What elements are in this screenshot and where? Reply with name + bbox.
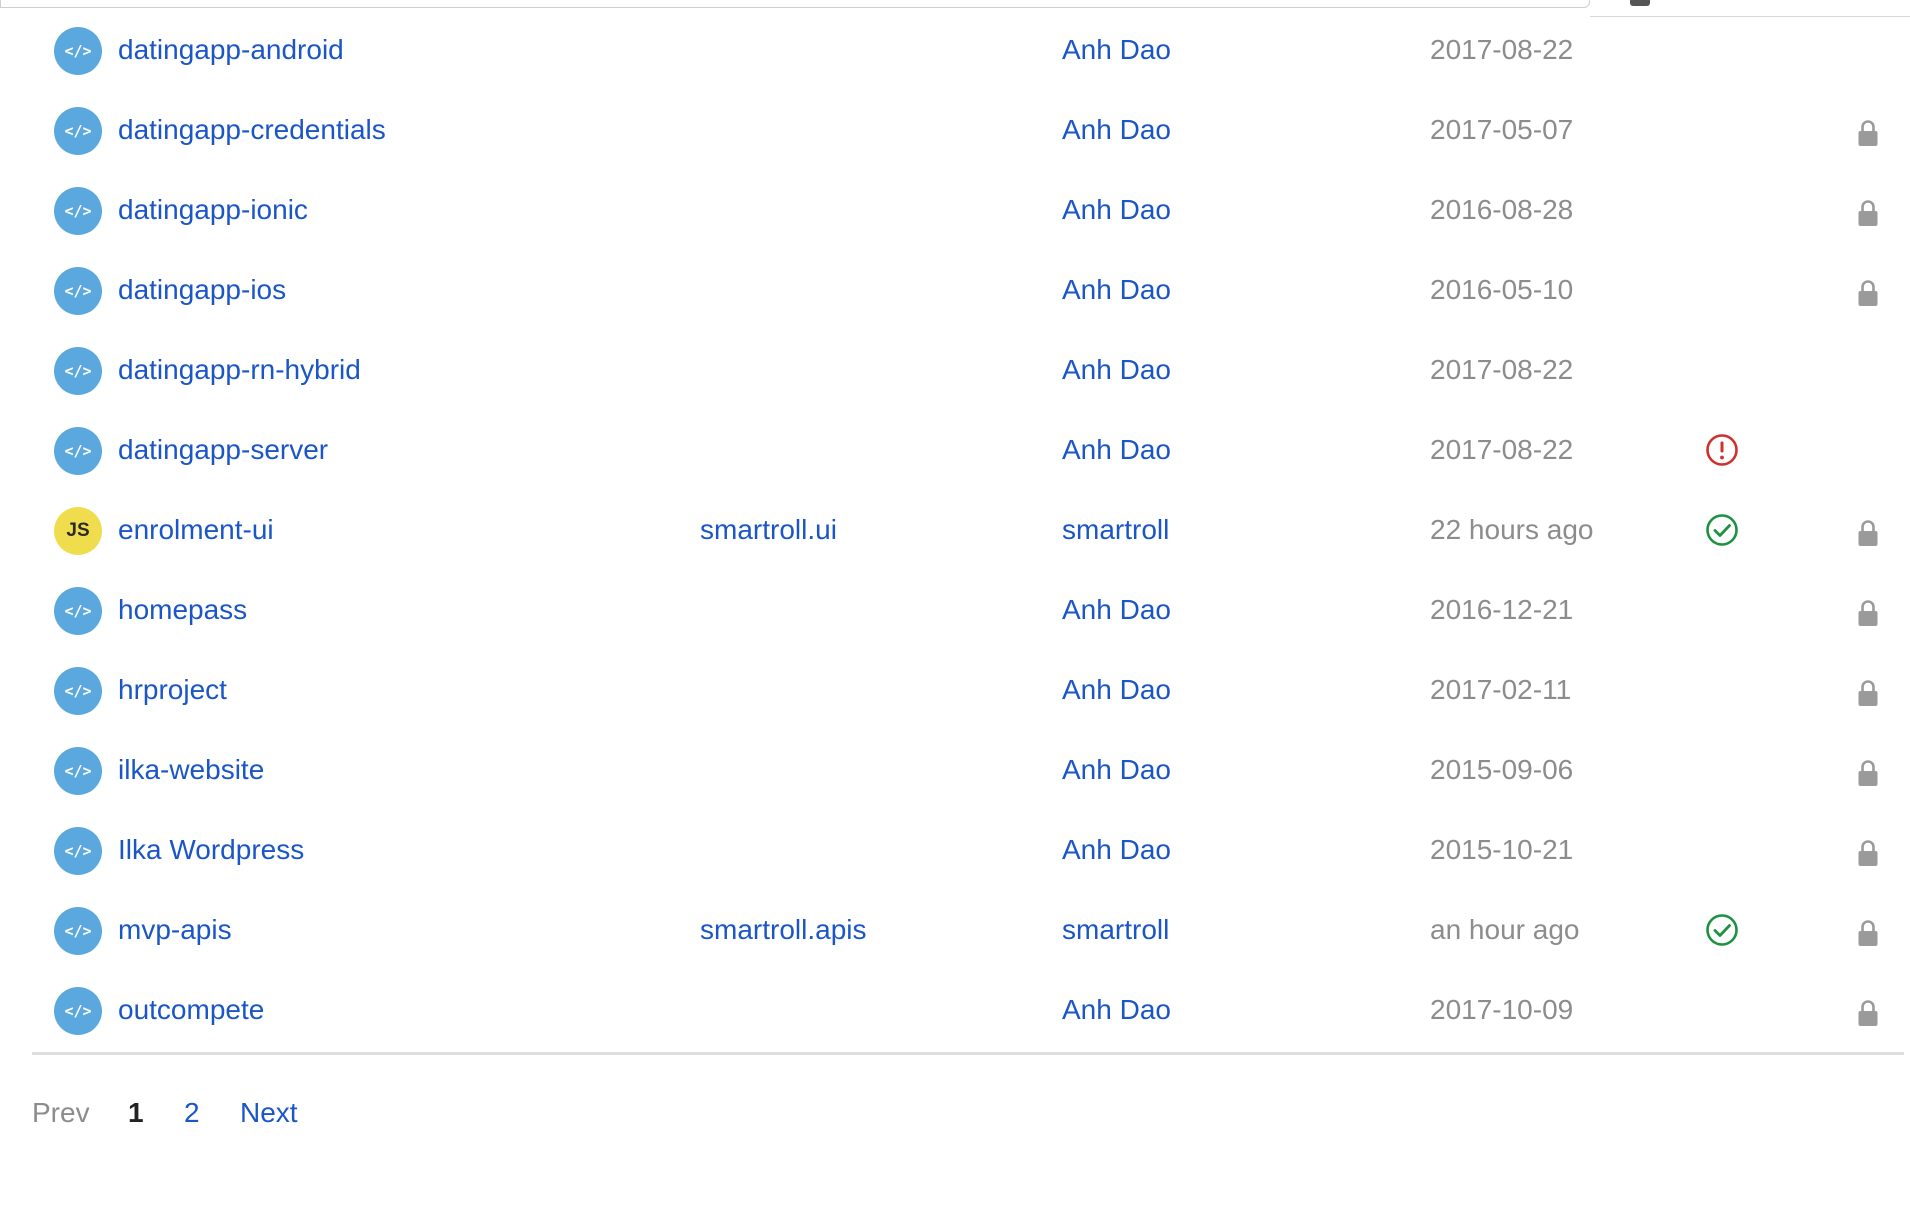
project-updated-date: 2015-10-21 [1430,834,1574,865]
code-icon: </> [54,107,102,155]
project-owner-link[interactable]: smartroll [1062,514,1169,546]
page-2-link[interactable]: 2 [184,1097,200,1129]
project-list: </> datingapp-android Anh Dao 2017-08-22 </>… [0,12,1910,1052]
code-icon: </> [54,187,102,235]
project-row[interactable]: </> ilka-website Anh Dao 2015-09-06 [0,732,1910,812]
top-search-field[interactable] [0,0,1590,8]
project-owner-link[interactable]: Anh Dao [1062,34,1171,66]
code-icon: </> [54,907,102,955]
code-icon: </> [54,267,102,315]
pipeline-failed-icon[interactable] [1705,433,1739,467]
project-row[interactable]: </> datingapp-server Anh Dao 2017-08-22 [0,412,1910,492]
lock-icon [1858,920,1878,946]
lock-icon [1858,600,1878,626]
project-name-link[interactable]: datingapp-android [118,34,344,66]
project-row[interactable]: </> Ilka Wordpress Anh Dao 2015-10-21 [0,812,1910,892]
project-updated-date: 2017-05-07 [1430,114,1574,145]
project-name-link[interactable]: homepass [118,594,247,626]
lock-icon [1858,520,1878,546]
lock-icon [1858,200,1878,226]
project-updated-date: 22 hours ago [1430,514,1594,545]
project-owner-link[interactable]: Anh Dao [1062,994,1171,1026]
project-owner-link[interactable]: smartroll [1062,914,1169,946]
code-icon: </> [54,587,102,635]
project-updated-date: 2017-02-11 [1430,674,1572,705]
project-name-link[interactable]: datingapp-ios [118,274,286,306]
project-updated-date: 2016-05-10 [1430,274,1574,305]
project-row[interactable]: </> datingapp-ionic Anh Dao 2016-08-28 [0,172,1910,252]
project-updated-date: 2016-12-21 [1430,594,1574,625]
project-updated-date: 2017-10-09 [1430,994,1574,1025]
code-icon: </> [54,667,102,715]
lock-icon [1858,1000,1878,1026]
lock-icon [1858,120,1878,146]
project-updated-date: 2015-09-06 [1430,754,1574,785]
project-name-link[interactable]: datingapp-rn-hybrid [118,354,361,386]
project-row[interactable]: </> mvp-apis smartroll.apis smartroll an hou… [0,892,1910,972]
project-row[interactable]: </> hrproject Anh Dao 2017-02-11 [0,652,1910,732]
project-owner-link[interactable]: Anh Dao [1062,354,1171,386]
project-namespace-link[interactable]: smartroll.apis [700,914,866,946]
code-icon: </> [54,827,102,875]
lock-icon [1858,680,1878,706]
next-page-link[interactable]: Next [240,1097,298,1129]
project-owner-link[interactable]: Anh Dao [1062,834,1171,866]
project-row[interactable]: </> outcompete Anh Dao 2017-10-09 [0,972,1910,1052]
project-row[interactable]: </> datingapp-ios Anh Dao 2016-05-10 [0,252,1910,332]
project-name-link[interactable]: datingapp-server [118,434,328,466]
project-name-link[interactable]: enrolment-ui [118,514,274,546]
project-updated-date: 2017-08-22 [1430,34,1574,65]
code-icon: </> [54,347,102,395]
project-namespace-link[interactable]: smartroll.ui [700,514,837,546]
project-name-link[interactable]: outcompete [118,994,264,1026]
project-row[interactable]: JS enrolment-ui smartroll.ui smartroll 22 ho… [0,492,1910,572]
project-row[interactable]: </> datingapp-credentials Anh Dao 2017-05-0… [0,92,1910,172]
prev-page-link: Prev [32,1097,90,1128]
pipeline-success-icon[interactable] [1705,913,1739,947]
lock-icon [1858,760,1878,786]
project-updated-date: 2017-08-22 [1430,434,1574,465]
project-owner-link[interactable]: Anh Dao [1062,274,1171,306]
project-updated-date: 2016-08-28 [1430,194,1574,225]
project-row[interactable]: </> datingapp-rn-hybrid Anh Dao 2017-08-22 [0,332,1910,412]
project-row[interactable]: </> datingapp-android Anh Dao 2017-08-22 [0,12,1910,92]
project-updated-date: an hour ago [1430,914,1580,945]
project-row[interactable]: </> homepass Anh Dao 2016-12-21 [0,572,1910,652]
toolbar-handle[interactable] [1630,0,1650,6]
code-icon: </> [54,747,102,795]
project-owner-link[interactable]: Anh Dao [1062,434,1171,466]
pipeline-success-icon[interactable] [1705,513,1739,547]
project-owner-link[interactable]: Anh Dao [1062,674,1171,706]
lock-icon [1858,280,1878,306]
code-icon: </> [54,987,102,1035]
project-name-link[interactable]: hrproject [118,674,227,706]
project-owner-link[interactable]: Anh Dao [1062,594,1171,626]
code-icon: </> [54,27,102,75]
project-name-link[interactable]: ilka-website [118,754,264,786]
project-owner-link[interactable]: Anh Dao [1062,114,1171,146]
project-name-link[interactable]: datingapp-credentials [118,114,386,146]
project-name-link[interactable]: Ilka Wordpress [118,834,304,866]
list-divider [32,1052,1904,1055]
project-name-link[interactable]: mvp-apis [118,914,232,946]
js-badge-icon: JS [54,507,102,555]
current-page: 1 [128,1097,144,1128]
project-owner-link[interactable]: Anh Dao [1062,194,1171,226]
code-icon: </> [54,427,102,475]
project-updated-date: 2017-08-22 [1430,354,1574,385]
lock-icon [1858,840,1878,866]
project-name-link[interactable]: datingapp-ionic [118,194,308,226]
project-owner-link[interactable]: Anh Dao [1062,754,1171,786]
